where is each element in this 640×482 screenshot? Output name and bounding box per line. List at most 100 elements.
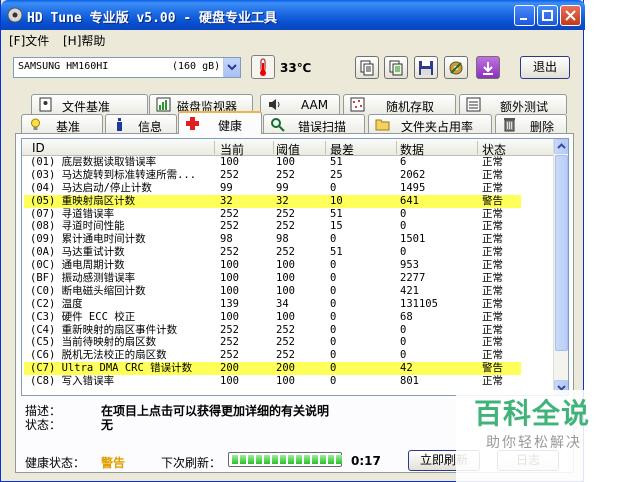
scroll-thumb[interactable] [555,155,568,351]
magnifier-icon [271,118,285,132]
cell-threshold: 252 [276,349,295,362]
table-row[interactable]: (C6) 脱机无法校正的扇区数 252 252 0 0 正常 [22,349,555,362]
close-button[interactable] [560,5,581,26]
tab-error-scan[interactable]: 错误扫描 [263,114,365,134]
cell-worst: 0 [330,259,337,272]
tab-erase[interactable]: 删除 [495,114,567,134]
temperature-button[interactable] [251,55,275,79]
extra-tests-icon [466,97,481,112]
progress-segment [280,455,286,464]
maximize-button[interactable] [537,5,558,26]
menu-help[interactable]: [H]帮助 [63,32,105,49]
cell-data: 68 [400,310,413,323]
cell-status: 正常 [482,375,503,388]
next-refresh-label: 下次刷新： [161,456,222,470]
table-row[interactable]: (C8) 写入错误率 100 100 0 801 正常 [22,375,555,388]
tab-benchmark[interactable]: 基准 [21,114,103,134]
table-row[interactable]: (01) 底层数据读取错误率 100 100 51 6 正常 [22,156,555,169]
exit-button[interactable]: 退出 [520,56,570,79]
menu-file[interactable]: [F]文件 [9,32,49,49]
temperature-value: 33℃ [280,61,312,75]
cell-data: 641 [400,194,419,207]
cell-id: (03) 马达旋转到标准转速所需... [30,168,197,181]
table-row[interactable]: (BF) 振动感测错误率 100 100 0 2277 正常 [22,272,555,285]
cell-id: (09) 累计通电时间计数 [30,233,146,246]
cell-threshold: 100 [276,284,295,297]
copy-all-icon [389,60,403,76]
tab-health[interactable]: 健康 [178,111,262,134]
cell-worst: 51 [330,156,343,168]
cell-worst: 0 [330,272,337,285]
cell-id: (C5) 当前待映射的扇区数 [30,336,157,349]
cell-threshold: 200 [276,362,295,375]
progress-segment [304,455,310,464]
table-row[interactable]: (C3) 硬件 ECC 校正 100 100 0 68 正常 [22,311,555,324]
options-button[interactable] [444,56,468,79]
vertical-scrollbar[interactable] [553,139,568,395]
cell-current: 252 [220,336,239,349]
cell-data: 0 [400,323,407,336]
cell-threshold: 252 [276,336,295,349]
table-row[interactable]: (03) 马达旋转到标准转速所需... 252 252 25 2062 正常 [22,169,555,182]
table-row[interactable]: (05) 重映射扇区计数 32 32 10 641 警告 [22,194,555,208]
window-title: HD Tune 专业版 v5.00 - 硬盘专业工具 [27,11,278,26]
tab-extra-tests[interactable]: 额外测试 [459,94,567,114]
cell-current: 100 [220,156,239,168]
table-row[interactable]: (C0) 断电磁头缩回计数 100 100 0 421 正常 [22,285,555,298]
table-row[interactable]: (04) 马达启动/停止计数 99 99 0 1495 正常 [22,182,555,195]
copy-info-button[interactable] [355,56,379,79]
download-button[interactable] [476,56,500,79]
cell-status: 正常 [482,220,503,233]
table-row[interactable]: (0C) 通电周期计数 100 100 0 953 正常 [22,259,555,272]
cell-current: 100 [220,284,239,297]
progress-segment [272,455,278,464]
cell-worst: 0 [330,323,337,336]
save-button[interactable] [414,56,438,79]
table-row[interactable]: (09) 累计通电时间计数 98 98 0 1501 正常 [22,233,555,246]
cell-worst: 0 [330,375,337,388]
menu-bar: [F]文件 [H]帮助 [1,30,583,49]
dropdown-arrow[interactable] [223,58,240,77]
cell-threshold: 252 [276,246,295,259]
app-icon [7,7,23,23]
table-row[interactable]: (C4) 重新映射的扇区事件计数 252 252 0 0 正常 [22,324,555,337]
cell-current: 98 [220,233,233,246]
tab-aam[interactable]: AAM [260,94,340,114]
cell-current: 100 [220,272,239,285]
table-body: (01) 底层数据读取错误率 100 100 51 6 正常 (03) 马达旋转到标准转速所… [22,156,555,388]
table-row[interactable]: (07) 寻道错误率 252 252 51 0 正常 [22,208,555,221]
drive-name: SAMSUNG HM160HI [18,61,109,72]
cell-status: 正常 [482,272,503,285]
copy-all-button[interactable] [384,56,408,79]
cell-data: 1495 [400,181,426,194]
cell-status: 正常 [482,336,503,349]
chevron-down-icon [227,64,237,71]
cell-data: 0 [400,220,407,233]
table-row[interactable]: (0A) 马达重试计数 252 252 51 0 正常 [22,246,555,259]
tab-random-access[interactable]: 随机存取 [343,94,456,114]
tab-file-benchmark[interactable]: 文件基准 [31,94,148,114]
minimize-button[interactable] [514,5,535,26]
cell-current: 99 [220,181,233,194]
smart-table[interactable]: ID 当前 阈值 最差 数据 状态 (01) 底层数据读取错误率 100 100 51… [21,138,569,396]
maximize-icon [542,10,553,21]
col-id[interactable]: ID [32,141,45,155]
table-row[interactable]: (C5) 当前待映射的扇区数 252 252 0 0 正常 [22,336,555,349]
cell-threshold: 100 [276,156,295,168]
scroll-up-button[interactable] [554,139,568,154]
table-row[interactable]: (08) 寻道时间性能 252 252 15 0 正常 [22,220,555,233]
progress-segment [248,455,254,464]
cell-status: 正常 [482,156,503,168]
tab-info[interactable]: 信息 [105,114,177,134]
cell-status: 正常 [482,349,503,362]
table-row[interactable]: (C2) 温度 139 34 0 131105 正常 [22,298,555,311]
cell-worst: 0 [330,349,337,362]
progress-segment [312,455,318,464]
title-bar[interactable]: HD Tune 专业版 v5.00 - 硬盘专业工具 [1,0,585,30]
cell-threshold: 32 [276,194,289,207]
cell-worst: 10 [330,194,343,207]
tab-folder-usage[interactable]: 文件夹占用率 [368,114,492,134]
drive-select[interactable]: SAMSUNG HM160HI (160 gB) [13,57,241,78]
table-row[interactable]: (C7) Ultra DMA CRC 错误计数 200 200 0 42 警告 [22,362,555,376]
cell-status: 正常 [482,297,503,310]
